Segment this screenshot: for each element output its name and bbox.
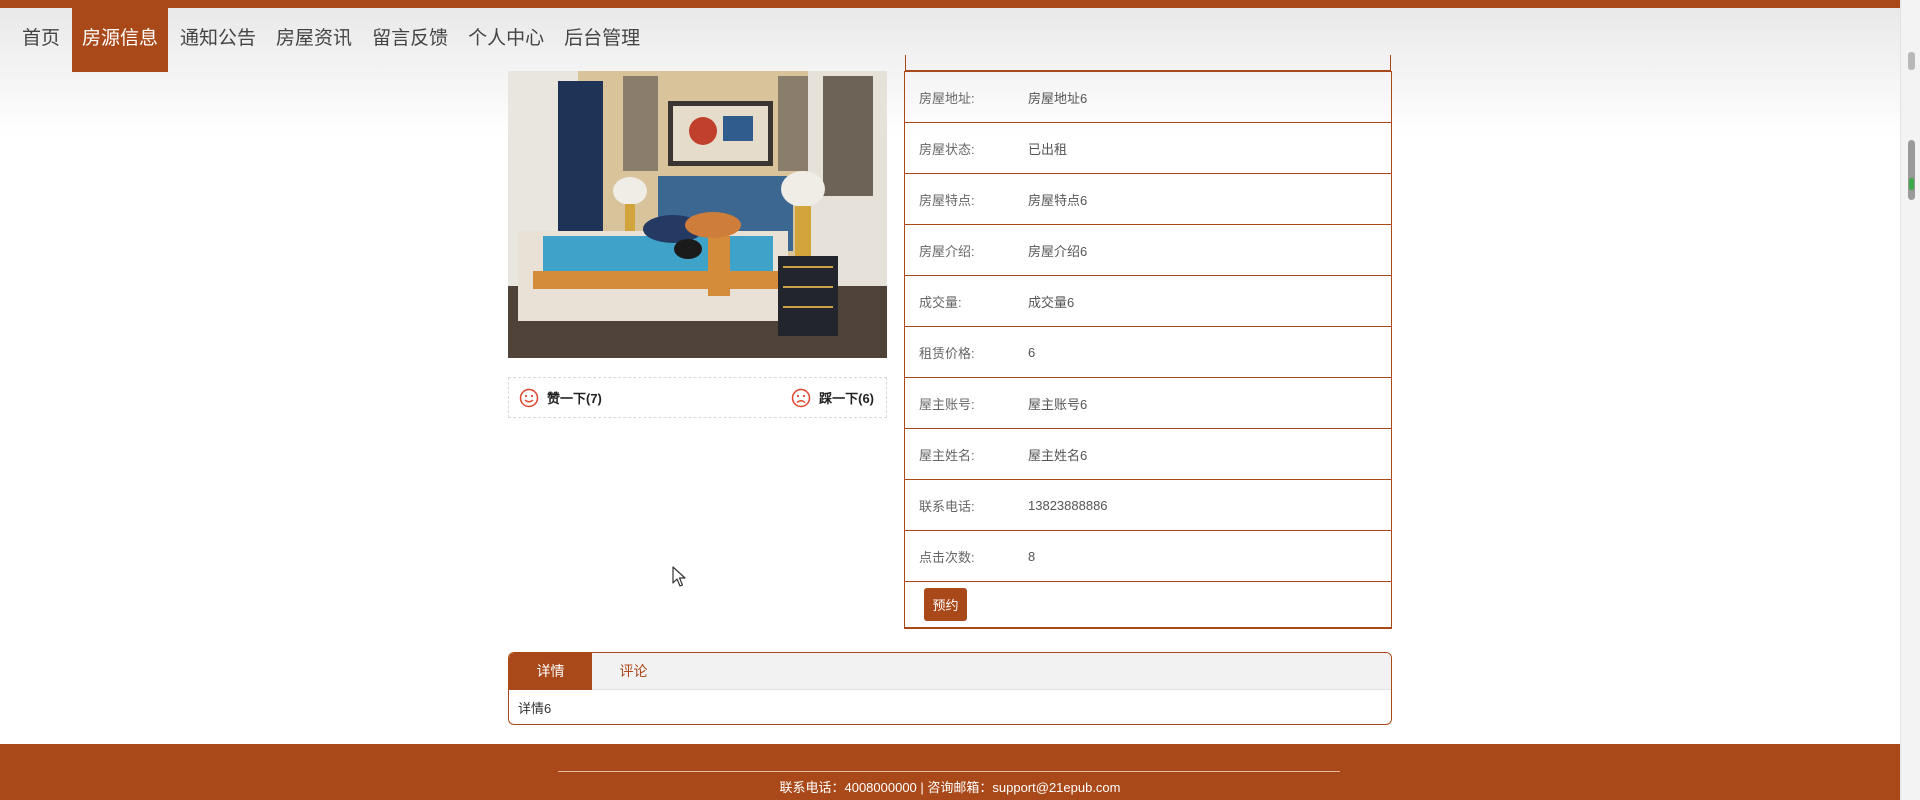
footer-divider xyxy=(558,771,1340,772)
detail-value: 屋主账号6 xyxy=(1028,396,1088,412)
nav-item-home[interactable]: 首页 xyxy=(12,8,70,72)
detail-value: 房屋特点6 xyxy=(1028,192,1088,208)
detail-row-intro: 房屋介绍: 房屋介绍6 xyxy=(905,224,1391,275)
dislike-button[interactable]: 踩一下(6) xyxy=(791,388,874,408)
detail-value: 房屋地址6 xyxy=(1028,90,1088,106)
detail-row-address: 房屋地址: 房屋地址6 xyxy=(905,71,1391,122)
tab-comments[interactable]: 评论 xyxy=(592,653,675,690)
dislike-label: 踩一下(6) xyxy=(819,391,874,406)
detail-row-deals: 成交量: 成交量6 xyxy=(905,275,1391,326)
listing-photo xyxy=(508,71,887,358)
details-top-cell xyxy=(905,55,1391,71)
main-nav: 首页 房源信息 通知公告 房屋资讯 留言反馈 个人中心 后台管理 xyxy=(12,8,650,72)
scrollbar-thumb[interactable] xyxy=(1908,140,1915,200)
detail-label: 租赁价格: xyxy=(919,345,975,361)
bedroom-photo xyxy=(508,71,887,358)
nav-item-profile[interactable]: 个人中心 xyxy=(458,8,554,72)
footer: 联系电话：4008000000 | 咨询邮箱：support@21epub.co… xyxy=(0,744,1900,800)
listing-details: 房屋地址: 房屋地址6 房屋状态: 已出租 房屋特点: 房屋特点6 房屋介绍: … xyxy=(904,55,1392,629)
detail-value: 已出租 xyxy=(1028,141,1068,157)
like-label: 赞一下(7) xyxy=(547,391,602,406)
detail-row-status: 房屋状态: 已出租 xyxy=(905,122,1391,173)
scrollbar-top-marker xyxy=(1908,52,1915,70)
detail-label: 成交量: xyxy=(919,294,962,310)
nav-item-news[interactable]: 房屋资讯 xyxy=(266,8,362,72)
detail-value: 6 xyxy=(1028,344,1036,360)
detail-value: 13823888886 xyxy=(1028,497,1108,513)
nav-item-listings[interactable]: 房源信息 xyxy=(72,8,169,72)
detail-row-clicks: 点击次数: 8 xyxy=(905,530,1391,581)
detail-value: 成交量6 xyxy=(1028,294,1075,310)
scrollbar-highlight xyxy=(1909,178,1914,190)
detail-value: 房屋介绍6 xyxy=(1028,243,1088,259)
detail-label: 联系电话: xyxy=(919,498,975,514)
detail-row-features: 房屋特点: 房屋特点6 xyxy=(905,173,1391,224)
top-accent-strip xyxy=(0,0,1900,8)
detail-label: 房屋地址: xyxy=(919,90,975,106)
page-scrollbar[interactable] xyxy=(1900,0,1920,800)
tabs-header: 详情 评论 xyxy=(509,653,1391,690)
nav-item-feedback[interactable]: 留言反馈 xyxy=(362,8,458,72)
detail-value: 屋主姓名6 xyxy=(1028,447,1088,463)
detail-value: 8 xyxy=(1028,548,1036,564)
detail-label: 屋主姓名: xyxy=(919,447,975,463)
frown-icon xyxy=(791,388,811,407)
detail-row-phone: 联系电话: 13823888886 xyxy=(905,479,1391,530)
mouse-cursor-icon xyxy=(672,566,686,587)
like-button[interactable]: 赞一下(7) xyxy=(519,388,602,408)
nav-item-admin[interactable]: 后台管理 xyxy=(554,8,650,72)
vote-bar: 赞一下(7) 踩一下(6) xyxy=(508,377,887,418)
detail-label: 房屋介绍: xyxy=(919,243,975,259)
detail-row-price: 租赁价格: 6 xyxy=(905,326,1391,377)
detail-label: 房屋特点: xyxy=(919,192,975,208)
detail-label: 房屋状态: xyxy=(919,141,975,157)
nav-item-notices[interactable]: 通知公告 xyxy=(170,8,266,72)
tab-details[interactable]: 详情 xyxy=(509,653,592,690)
detail-actions: 预约 xyxy=(905,581,1391,627)
footer-contact: 联系电话：4008000000 | 咨询邮箱：support@21epub.co… xyxy=(779,780,1121,795)
smile-icon xyxy=(519,388,539,407)
tab-content: 详情6 xyxy=(518,701,552,716)
detail-label: 屋主账号: xyxy=(919,396,975,412)
book-button[interactable]: 预约 xyxy=(924,588,967,621)
detail-row-owner-account: 屋主账号: 屋主账号6 xyxy=(905,377,1391,428)
detail-row-owner-name: 屋主姓名: 屋主姓名6 xyxy=(905,428,1391,479)
detail-tabs: 详情 评论 详情6 xyxy=(508,652,1392,725)
detail-label: 点击次数: xyxy=(919,549,975,565)
